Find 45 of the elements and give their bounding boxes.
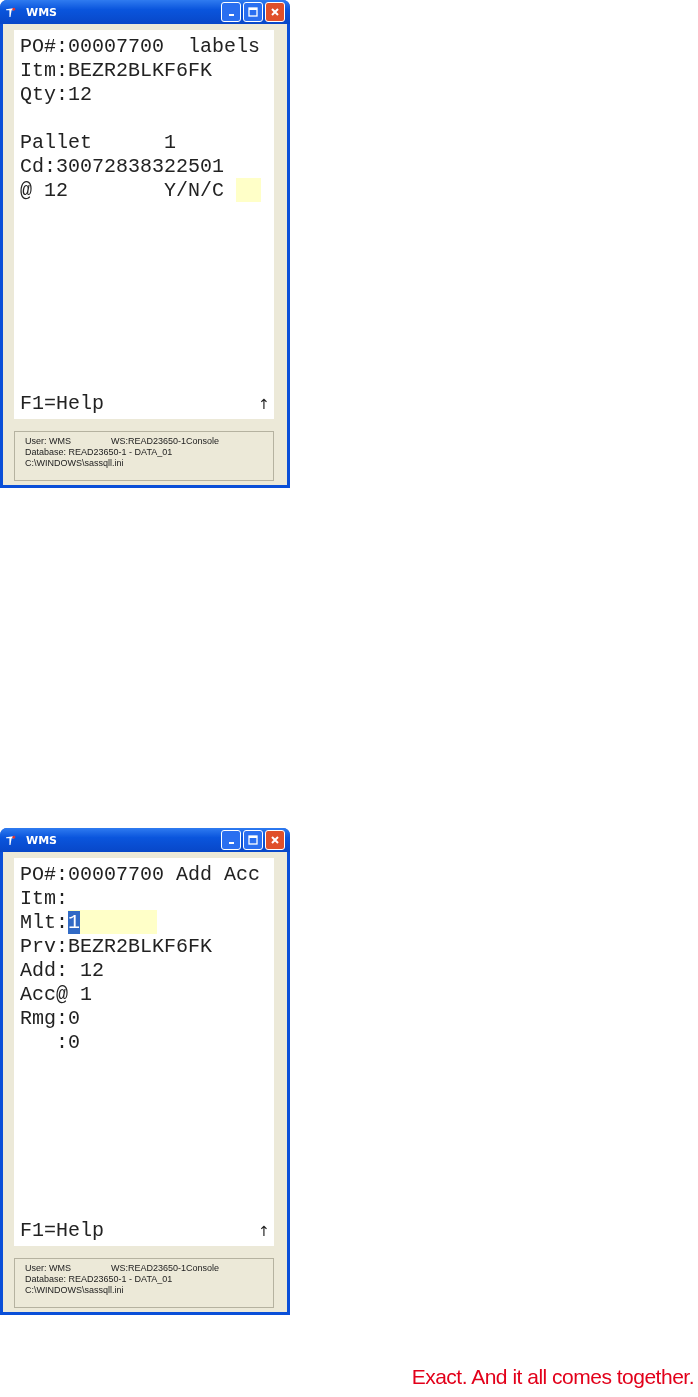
status-text: User: WMS [25, 436, 72, 446]
input-field[interactable] [236, 178, 262, 202]
screen-text: Add: 12 [20, 958, 104, 982]
screen-text: Itm:BEZR2BLKF6FK [20, 58, 213, 82]
status-text: C:\WINDOWS\sassqll.ini [25, 458, 124, 468]
prompt-label: Mlt: [20, 910, 68, 934]
close-icon [270, 835, 280, 845]
scroll-mark: ↑ [258, 395, 270, 412]
status-text: Database: READ23650-1 - DATA_01 [25, 1274, 173, 1284]
maximize-button[interactable] [243, 830, 263, 850]
prompt-label: @ 12 Y/N/C [20, 178, 226, 202]
minimize-icon [228, 14, 234, 16]
help-hint: F1=Help [20, 1219, 104, 1242]
screen-text: Pallet 1 [20, 130, 177, 154]
tagline: Exact. And it all comes together. [411, 1365, 694, 1389]
status-text: WS:READ23650-1Console [111, 436, 220, 446]
maximize-icon [248, 835, 258, 845]
screen-text: Acc@ 1 [20, 982, 92, 1006]
screen-text: Prv:BEZR2BLKF6FK [20, 934, 213, 958]
app-icon [5, 6, 16, 18]
minimize-icon [228, 842, 234, 844]
close-button[interactable] [265, 2, 285, 22]
window-title: WMS [26, 5, 57, 19]
maximize-button[interactable] [243, 2, 263, 22]
maximize-icon [248, 7, 258, 17]
screen-text: Itm: [20, 886, 68, 910]
screen-text: PO#:00007700 Add Acc [20, 862, 261, 886]
close-button[interactable] [265, 830, 285, 850]
input-field[interactable]: 1 [68, 910, 157, 934]
screen-text: Qty:12 [20, 82, 92, 106]
minimize-button[interactable] [221, 2, 241, 22]
screen-text: Rmg:0 [20, 1006, 80, 1030]
screen-text: :0 [55, 1030, 80, 1054]
app-icon [5, 834, 16, 846]
help-hint: F1=Help [20, 392, 104, 415]
status-text: WS:READ23650-1Console [111, 1263, 220, 1273]
status-text: C:\WINDOWS\sassqll.ini [25, 1285, 124, 1295]
screen-text: Cd:30072838322501 [20, 154, 225, 178]
status-text: Database: READ23650-1 - DATA_01 [25, 447, 173, 457]
scroll-mark: ↑ [258, 1222, 270, 1239]
minimize-button[interactable] [221, 830, 241, 850]
screen-text: PO#:00007700 labels [20, 34, 261, 58]
window-title: WMS [26, 833, 57, 847]
status-text: User: WMS [25, 1263, 72, 1273]
close-icon [270, 7, 280, 17]
